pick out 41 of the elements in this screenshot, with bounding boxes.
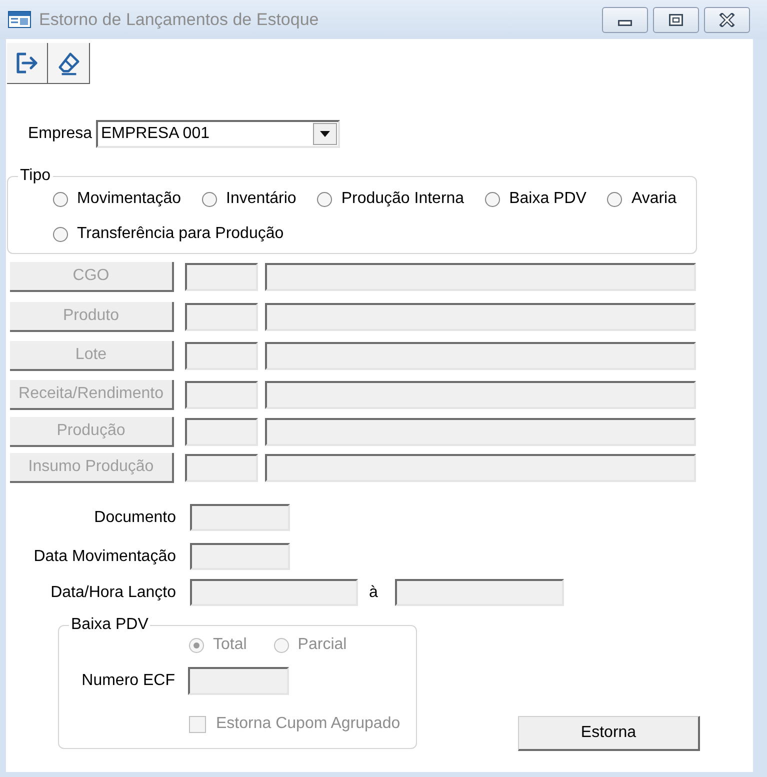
close-button[interactable] [704,6,750,32]
group-title: Tipo [18,167,53,185]
action-button[interactable]: Estorna [518,716,700,751]
code-input[interactable] [185,303,258,331]
code-input[interactable] [185,418,258,446]
minimize-icon [618,20,632,26]
eraser-icon [56,50,81,76]
radio-button[interactable]: Movimentação [53,189,182,209]
code-input[interactable] [185,263,258,291]
radio-button[interactable]: Produção Interna [317,189,464,209]
field-label: Data Movimentação [34,546,176,566]
company-select[interactable]: EMPRESA 001 [96,120,340,148]
description-input[interactable] [265,454,696,482]
maximize-button[interactable] [653,6,699,32]
window-title: Estorno de Lançamentos de Estoque [39,10,319,30]
description-input[interactable] [265,418,696,446]
window-icon [8,11,31,28]
description-input[interactable] [265,263,696,291]
range-separator: à [369,582,378,602]
toolbar-button[interactable] [7,43,48,84]
field-label: Numero ECF [82,671,175,691]
radio-button[interactable]: Transferência para Produção [53,224,284,244]
description-input[interactable] [265,342,696,370]
caret-icon [320,131,330,137]
maximize-icon [669,14,683,26]
description-input[interactable] [265,381,696,409]
exit-icon [14,51,40,75]
dropdown-button[interactable] [313,123,337,145]
radio-button[interactable]: Inventário [202,189,296,209]
radio-button[interactable]: Baixa PDV [485,189,586,209]
code-input[interactable] [185,342,258,370]
field-label: Documento [94,508,176,528]
description-input[interactable] [265,303,696,331]
code-input[interactable] [185,454,258,482]
code-input[interactable] [185,381,258,409]
close-icon [719,12,735,26]
field-label: Empresa [28,124,92,144]
radio-button[interactable]: Avaria [607,189,676,209]
field-label: Data/Hora Lançto [50,582,176,602]
toolbar-button[interactable] [48,43,90,84]
minimize-button[interactable] [602,6,648,32]
